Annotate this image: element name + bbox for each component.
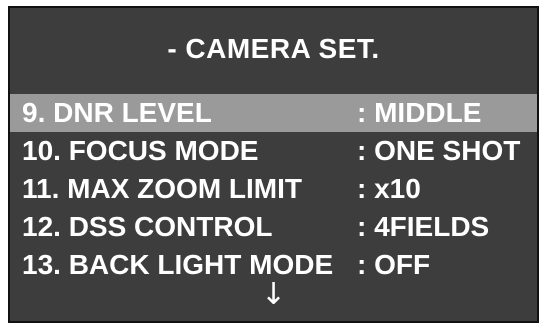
menu-item-focus-mode[interactable]: 10. FOCUS MODE : ONE SHOT bbox=[10, 132, 537, 170]
menu-item-label: 9. DNR LEVEL bbox=[22, 97, 212, 128]
menu-item-value: : 4FIELDS bbox=[357, 211, 490, 242]
menu-item-value: : x10 bbox=[357, 173, 421, 204]
arrow-down-icon: ↓ bbox=[260, 277, 287, 312]
menu-title: - CAMERA SET. bbox=[167, 33, 380, 64]
menu-item-dnr-level[interactable]: 9. DNR LEVEL : MIDDLE bbox=[10, 94, 537, 132]
menu-item-dss-control[interactable]: 12. DSS CONTROL : 4FIELDS bbox=[10, 208, 537, 246]
menu-list: 9. DNR LEVEL : MIDDLE 10. FOCUS MODE : O… bbox=[10, 94, 537, 284]
menu-item-value: : MIDDLE bbox=[357, 97, 482, 128]
menu-item-label: 12. DSS CONTROL bbox=[22, 211, 273, 242]
camera-osd-menu: - CAMERA SET. 9. DNR LEVEL : MIDDLE 10. … bbox=[8, 6, 539, 323]
menu-item-max-zoom-limit[interactable]: 11. MAX ZOOM LIMIT : x10 bbox=[10, 170, 537, 208]
menu-item-label: 10. FOCUS MODE bbox=[22, 135, 259, 166]
menu-item-label: 11. MAX ZOOM LIMIT bbox=[22, 173, 303, 204]
menu-item-value: : ONE SHOT bbox=[357, 135, 521, 166]
